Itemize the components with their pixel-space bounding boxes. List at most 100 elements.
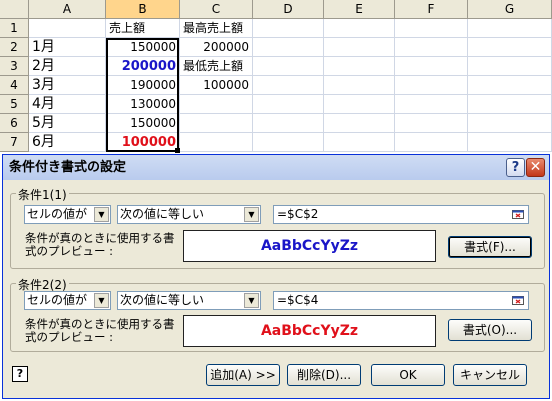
add-button[interactable]: 追加(A) >> xyxy=(206,364,280,386)
condition-2-type-select[interactable]: セルの値が ▼ xyxy=(24,291,111,310)
cell-g1[interactable] xyxy=(468,19,552,38)
condition-1-preview-text: AaBbCcYyZz xyxy=(260,238,359,254)
cell-b4[interactable]: 190000 xyxy=(106,76,180,95)
condition-2-preview-box: AaBbCcYyZz xyxy=(183,315,436,347)
condition-1-format-button[interactable]: 書式(F)... xyxy=(448,236,532,258)
cell-b1[interactable]: 売上額 xyxy=(106,19,180,38)
spreadsheet-grid[interactable]: A B C D E F G 1 2 3 4 5 6 7 売上額 最高売上額 1月… xyxy=(0,0,552,155)
condition-1-type-select[interactable]: セルの値が ▼ xyxy=(24,205,111,224)
cell-e1[interactable] xyxy=(324,19,395,38)
cancel-button[interactable]: キャンセル xyxy=(453,364,527,386)
ok-button[interactable]: OK xyxy=(371,364,445,386)
chevron-down-icon[interactable]: ▼ xyxy=(94,293,109,308)
condition-1-operator-select[interactable]: 次の値に等しい ▼ xyxy=(117,205,261,224)
chevron-down-icon[interactable]: ▼ xyxy=(244,293,259,308)
column-header-b[interactable]: B xyxy=(106,0,180,19)
cell-c3[interactable]: 最低売上額 xyxy=(180,57,253,76)
cell-g5[interactable] xyxy=(468,95,552,114)
cell-e5[interactable] xyxy=(324,95,395,114)
collapse-dialog-icon[interactable] xyxy=(512,210,524,219)
column-header-a[interactable]: A xyxy=(29,0,106,19)
cell-d5[interactable] xyxy=(253,95,324,114)
cell-f5[interactable] xyxy=(395,95,468,114)
dialog-title-bar[interactable]: 条件付き書式の設定 ? ✕ xyxy=(3,155,549,180)
close-button[interactable]: ✕ xyxy=(526,158,545,177)
cell-e3[interactable] xyxy=(324,57,395,76)
cell-a1[interactable] xyxy=(29,19,106,38)
cell-g6[interactable] xyxy=(468,114,552,133)
fill-handle[interactable] xyxy=(175,148,180,153)
cell-e4[interactable] xyxy=(324,76,395,95)
cell-c6[interactable] xyxy=(180,114,253,133)
row-header-7[interactable]: 7 xyxy=(0,133,29,152)
cell-b7-min-highlight[interactable]: 100000 xyxy=(106,133,180,152)
help-icon[interactable]: ? xyxy=(12,366,28,382)
cell-d6[interactable] xyxy=(253,114,324,133)
cell-d7[interactable] xyxy=(253,133,324,152)
cell-d2[interactable] xyxy=(253,38,324,57)
condition-2-operator-select[interactable]: 次の値に等しい ▼ xyxy=(117,291,261,310)
column-header-e[interactable]: E xyxy=(324,0,395,19)
cell-e6[interactable] xyxy=(324,114,395,133)
condition-2-format-button[interactable]: 書式(O)... xyxy=(448,319,532,341)
cell-c7[interactable] xyxy=(180,133,253,152)
cell-d4[interactable] xyxy=(253,76,324,95)
cell-f3[interactable] xyxy=(395,57,468,76)
row-header-6[interactable]: 6 xyxy=(0,114,29,133)
row-header-5[interactable]: 5 xyxy=(0,95,29,114)
cell-b3-max-highlight[interactable]: 200000 xyxy=(106,57,180,76)
collapse-dialog-icon[interactable] xyxy=(512,296,524,305)
condition-2-preview-text: AaBbCcYyZz xyxy=(260,323,359,339)
condition-2-formula-value: =$C$4 xyxy=(277,293,319,307)
column-header-d[interactable]: D xyxy=(253,0,324,19)
cell-g4[interactable] xyxy=(468,76,552,95)
condition-1-formula-input[interactable]: =$C$2 xyxy=(273,205,529,224)
cell-b6[interactable]: 150000 xyxy=(106,114,180,133)
cell-a3[interactable]: 2月 xyxy=(29,57,106,76)
chevron-down-icon[interactable]: ▼ xyxy=(244,207,259,222)
cell-d3[interactable] xyxy=(253,57,324,76)
row-header-1[interactable]: 1 xyxy=(0,19,29,38)
cell-a7[interactable]: 6月 xyxy=(29,133,106,152)
cell-a3-text: 2月 xyxy=(32,58,55,74)
cell-e7[interactable] xyxy=(324,133,395,152)
cell-f2[interactable] xyxy=(395,38,468,57)
cell-b2[interactable]: 150000 xyxy=(106,38,180,57)
row-header-2[interactable]: 2 xyxy=(0,38,29,57)
column-header-f[interactable]: F xyxy=(395,0,468,19)
row-header-4[interactable]: 4 xyxy=(0,76,29,95)
cell-f4[interactable] xyxy=(395,76,468,95)
cell-g7[interactable] xyxy=(468,133,552,152)
cell-b5-text: 130000 xyxy=(130,97,176,111)
condition-2-formula-input[interactable]: =$C$4 xyxy=(273,291,529,310)
cell-a5[interactable]: 4月 xyxy=(29,95,106,114)
cell-a6[interactable]: 5月 xyxy=(29,114,106,133)
cell-f7[interactable] xyxy=(395,133,468,152)
cell-a5-text: 4月 xyxy=(32,96,55,112)
cell-c2[interactable]: 200000 xyxy=(180,38,253,57)
column-header-g[interactable]: G xyxy=(468,0,552,19)
row-header-3[interactable]: 3 xyxy=(0,57,29,76)
cell-a2[interactable]: 1月 xyxy=(29,38,106,57)
cell-c4[interactable]: 100000 xyxy=(180,76,253,95)
cell-a4[interactable]: 3月 xyxy=(29,76,106,95)
condition-1-preview-box: AaBbCcYyZz xyxy=(183,230,436,262)
column-header-c[interactable]: C xyxy=(180,0,253,19)
cell-b1-text: 売上額 xyxy=(109,21,146,35)
cell-e2[interactable] xyxy=(324,38,395,57)
cell-d1[interactable] xyxy=(253,19,324,38)
condition-1-label: 条件1(1) xyxy=(16,186,69,203)
title-help-button[interactable]: ? xyxy=(506,158,525,177)
cell-g2[interactable] xyxy=(468,38,552,57)
delete-button[interactable]: 削除(D)... xyxy=(287,364,361,386)
chevron-down-icon[interactable]: ▼ xyxy=(94,207,109,222)
cell-a4-text: 3月 xyxy=(32,77,55,93)
cell-f1[interactable] xyxy=(395,19,468,38)
cell-f6[interactable] xyxy=(395,114,468,133)
cell-c1[interactable]: 最高売上額 xyxy=(180,19,253,38)
cell-g3[interactable] xyxy=(468,57,552,76)
cell-c5[interactable] xyxy=(180,95,253,114)
cell-b7-text: 100000 xyxy=(121,135,176,150)
cell-b5[interactable]: 130000 xyxy=(106,95,180,114)
select-all-corner[interactable] xyxy=(0,0,29,19)
